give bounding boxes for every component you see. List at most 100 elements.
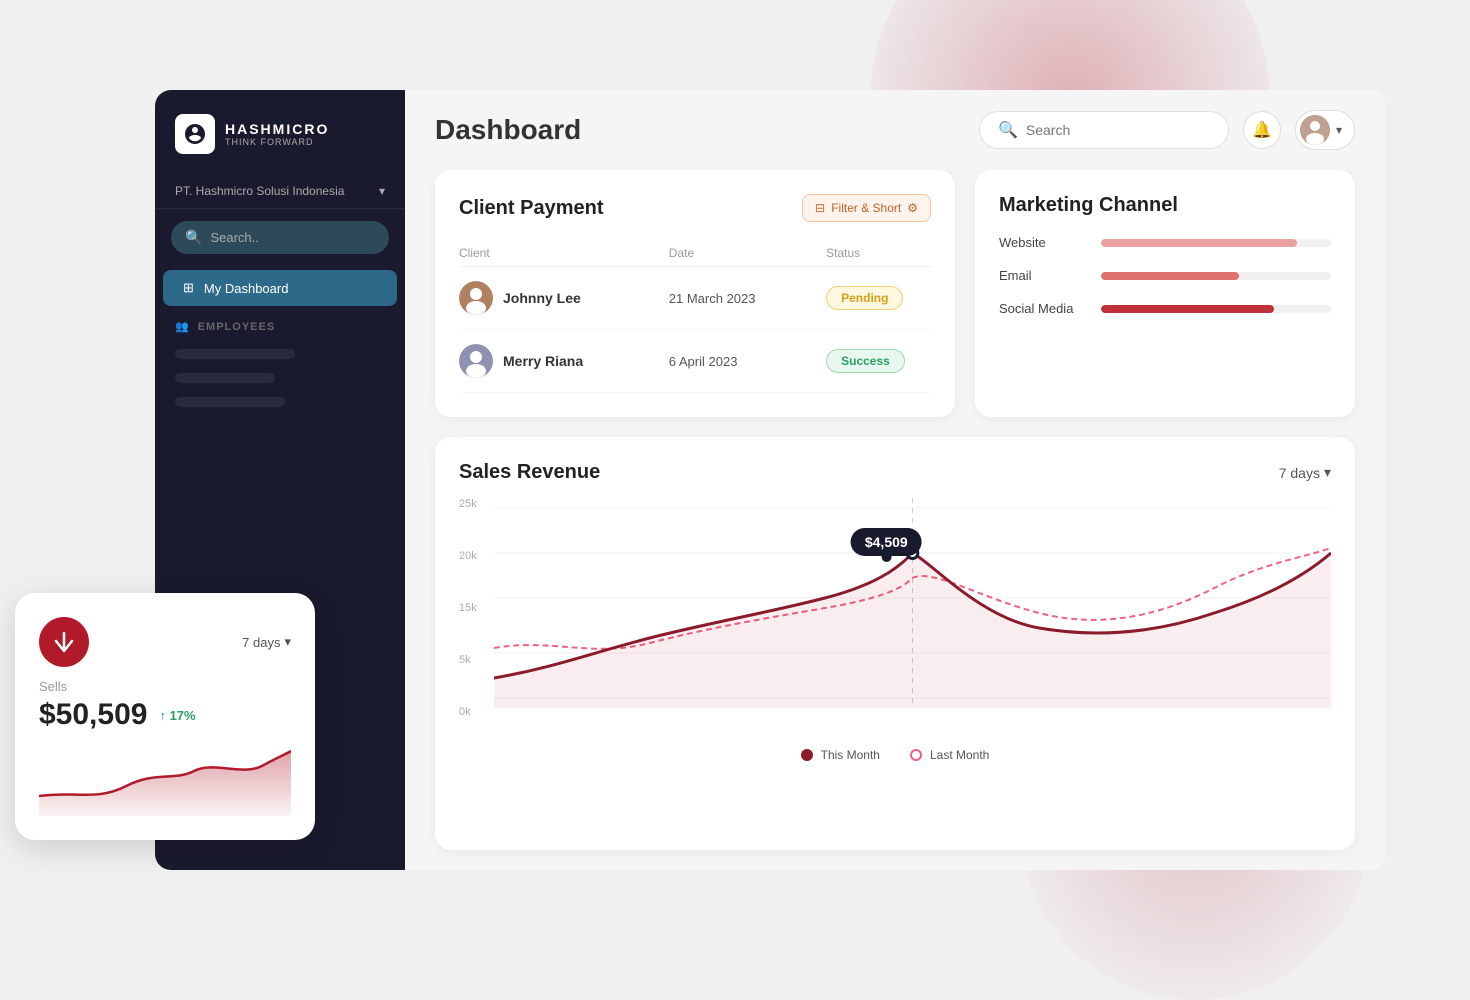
floating-sells-card: 7 days ▾ Sells $50,509 ↑ 17% (15, 593, 315, 840)
marketing-bar-container-email (1101, 272, 1331, 280)
logo-icon (175, 114, 215, 154)
legend-label-last-month: Last Month (930, 748, 989, 762)
client-name-johnny: Johnny Lee (503, 290, 581, 306)
floating-value: $50,509 (39, 698, 147, 732)
status-badge-pending: Pending (826, 286, 903, 310)
bell-icon: 🔔 (1252, 120, 1272, 140)
filter-icon: ⊟ (815, 201, 825, 215)
client-payment-header: Client Payment ⊟ Filter & Short ⚙ (459, 194, 931, 222)
dashboard-body: Client Payment ⊟ Filter & Short ⚙ Client… (405, 170, 1385, 870)
logo-title: HASHMICRO (225, 121, 329, 137)
logo-subtitle: THINK FORWARD (225, 137, 329, 147)
marketing-label-email: Email (999, 268, 1089, 283)
sidebar-placeholder-items (155, 339, 405, 417)
floating-period: 7 days (242, 635, 280, 650)
employees-label: EMPLOYEES (198, 321, 275, 333)
notification-bell-button[interactable]: 🔔 (1243, 111, 1281, 149)
sidebar-section-employees: 👥 EMPLOYEES (155, 306, 405, 339)
marketing-bar-social-media (1101, 305, 1274, 313)
client-payment-table-header: Client Date Status (459, 240, 931, 267)
client-cell-merry: Merry Riana (459, 344, 669, 378)
sales-revenue-header: Sales Revenue 7 days ▾ (459, 461, 1331, 484)
avatar-merry-riana (459, 344, 493, 378)
marketing-row-website: Website (999, 235, 1331, 250)
y-label-0k: 0k (459, 706, 489, 718)
avatar (1300, 115, 1330, 145)
floating-trend: ↑ 17% (159, 708, 195, 723)
marketing-label-social-media: Social Media (999, 301, 1089, 316)
table-row: Merry Riana 6 April 2023 Success (459, 330, 931, 393)
filter-settings-icon: ⚙ (907, 201, 918, 215)
floating-value-row: $50,509 ↑ 17% (39, 698, 291, 732)
marketing-channel-title: Marketing Channel (999, 194, 1178, 217)
client-cell-johnny: Johnny Lee (459, 281, 669, 315)
marketing-label-website: Website (999, 235, 1089, 250)
client-payment-title: Client Payment (459, 197, 603, 220)
sales-revenue-chart: 25k 20k 15k 5k 0k (459, 498, 1331, 738)
header-search-icon: 🔍 (998, 120, 1018, 140)
col-client: Client (459, 246, 669, 260)
sidebar-placeholder-bar-3 (175, 397, 285, 407)
filter-label: Filter & Short (831, 201, 901, 215)
sidebar-search-container: 🔍 (171, 221, 389, 254)
sidebar-search-input[interactable] (210, 230, 375, 245)
date-merry: 6 April 2023 (669, 354, 826, 369)
header-search-bar: 🔍 (979, 111, 1229, 149)
days-selector[interactable]: 7 days ▾ (1279, 464, 1331, 481)
days-period: 7 days (1279, 465, 1320, 481)
chart-tooltip: $4,509 (851, 528, 922, 556)
col-date: Date (669, 246, 826, 260)
days-chevron: ▾ (1324, 464, 1331, 481)
sidebar-search-icon: 🔍 (185, 229, 202, 246)
dashboard-label: My Dashboard (204, 281, 289, 296)
sidebar-item-my-dashboard[interactable]: ⊞ My Dashboard (163, 270, 397, 306)
sales-revenue-card: Sales Revenue 7 days ▾ 25k 20k 15k 5k 0k (435, 437, 1355, 850)
marketing-row-email: Email (999, 268, 1331, 283)
client-payment-card: Client Payment ⊟ Filter & Short ⚙ Client… (435, 170, 955, 417)
company-chevron: ▾ (379, 184, 385, 198)
legend-this-month: This Month (801, 748, 880, 762)
company-name: PT. Hashmicro Solusi Indonesia (175, 184, 344, 198)
floating-label: Sells (39, 679, 291, 694)
filter-short-button[interactable]: ⊟ Filter & Short ⚙ (802, 194, 931, 222)
sidebar-logo: HASHMICRO THINK FORWARD (155, 114, 405, 174)
col-status: Status (826, 246, 931, 260)
sidebar-placeholder-bar-1 (175, 349, 295, 359)
tooltip-value: $4,509 (865, 534, 908, 550)
main-container: HASHMICRO THINK FORWARD PT. Hashmicro So… (155, 90, 1385, 870)
status-merry: Success (826, 349, 931, 373)
header: Dashboard 🔍 🔔 (405, 90, 1385, 170)
status-badge-success: Success (826, 349, 905, 373)
y-label-20k: 20k (459, 550, 489, 562)
client-name-merry: Merry Riana (503, 353, 583, 369)
floating-chevron: ▾ (284, 634, 291, 650)
legend-label-this-month: This Month (821, 748, 880, 762)
avatar-button[interactable]: ▾ (1295, 110, 1355, 150)
logo-text: HASHMICRO THINK FORWARD (225, 121, 329, 147)
marketing-channel-header: Marketing Channel (999, 194, 1331, 217)
header-search-input[interactable] (1026, 122, 1210, 138)
floating-mini-chart (39, 746, 291, 816)
legend-last-month: Last Month (910, 748, 989, 762)
marketing-channel-card: Marketing Channel Website Email Social M… (975, 170, 1355, 417)
page-title: Dashboard (435, 114, 581, 146)
legend-dot-last-month (910, 749, 922, 761)
header-right: 🔍 🔔 ▾ (979, 110, 1355, 150)
employees-icon: 👥 (175, 320, 190, 333)
avatar-chevron: ▾ (1336, 123, 1342, 137)
mini-chart-svg (39, 746, 291, 816)
chart-legend: This Month Last Month (459, 748, 1331, 762)
date-johnny: 21 March 2023 (669, 291, 826, 306)
company-selector[interactable]: PT. Hashmicro Solusi Indonesia ▾ (155, 174, 405, 209)
marketing-bar-container-social (1101, 305, 1331, 313)
marketing-row-social-media: Social Media (999, 301, 1331, 316)
floating-days-selector[interactable]: 7 days ▾ (242, 634, 291, 650)
marketing-bar-website (1101, 239, 1297, 247)
marketing-bar-container-website (1101, 239, 1331, 247)
marketing-bar-email (1101, 272, 1239, 280)
avatar-johnny-lee (459, 281, 493, 315)
dashboard-icon: ⊞ (183, 280, 194, 296)
floating-sells-icon (39, 617, 89, 667)
sales-revenue-title: Sales Revenue (459, 461, 600, 484)
status-johnny: Pending (826, 286, 931, 310)
